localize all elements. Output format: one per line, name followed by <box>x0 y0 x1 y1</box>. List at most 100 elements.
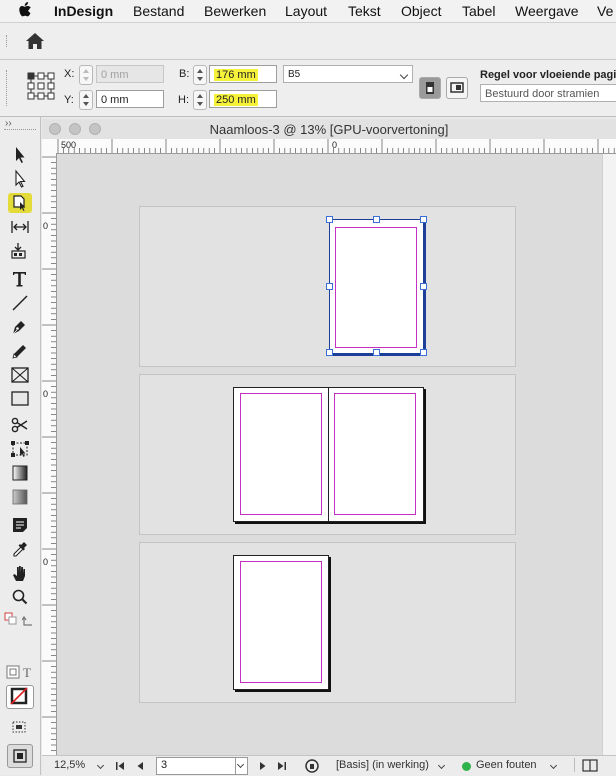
liquid-rule-select[interactable]: Bestuurd door stramien <box>480 84 616 102</box>
page-1[interactable] <box>329 219 424 354</box>
panel-grip[interactable] <box>6 35 9 47</box>
menu-bestand[interactable]: Bestand <box>133 3 184 19</box>
gradient-swatch-tool[interactable] <box>8 463 32 483</box>
chevron-down-icon[interactable] <box>549 761 558 770</box>
line-tool[interactable] <box>8 293 32 313</box>
preflight-status[interactable]: Geen fouten <box>476 759 537 771</box>
height-stepper[interactable] <box>193 90 207 110</box>
menu-tabel[interactable]: Tabel <box>462 3 495 19</box>
selection-handle[interactable] <box>326 349 333 356</box>
pencil-tool[interactable] <box>8 341 32 361</box>
home-bar <box>0 23 616 60</box>
panel-grip[interactable] <box>6 70 9 106</box>
reference-point-icon[interactable] <box>27 72 55 100</box>
rectangle-tool[interactable] <box>8 389 32 409</box>
gradient-feather-icon <box>12 489 28 505</box>
page-tool[interactable] <box>8 193 32 213</box>
selection-handle[interactable] <box>373 216 380 223</box>
scissors-tool[interactable] <box>8 415 32 435</box>
page-nav-back-icons[interactable] <box>114 760 154 772</box>
page-number-field[interactable]: 3 <box>156 757 248 775</box>
menu-venster[interactable]: Ve <box>597 3 613 19</box>
horizontal-ruler[interactable]: 500 0 <box>56 139 616 154</box>
portrait-orientation-button[interactable] <box>419 77 441 99</box>
menu-weergave[interactable]: Weergave <box>515 3 579 19</box>
selection-handle[interactable] <box>420 283 427 290</box>
chevron-down-icon[interactable] <box>236 760 245 769</box>
divider <box>574 758 575 772</box>
rectangle-frame-tool[interactable] <box>8 365 32 385</box>
chevron-down-icon[interactable] <box>437 761 446 770</box>
gap-tool-icon <box>11 221 29 233</box>
content-collector-tool[interactable] <box>8 241 32 261</box>
page-2[interactable] <box>233 387 329 522</box>
zoom-level[interactable]: 12,5% <box>54 759 85 771</box>
page-3[interactable] <box>328 387 424 522</box>
master-page-status[interactable]: [Basis] (in werking) <box>336 759 429 771</box>
margin-guides <box>335 227 417 348</box>
gap-tool[interactable] <box>8 217 32 237</box>
screen-mode-icon <box>13 749 27 763</box>
pen-tool[interactable] <box>8 317 32 337</box>
pasteboard[interactable] <box>57 154 602 759</box>
height-label: H: <box>178 94 189 106</box>
document-title-bar[interactable]: Naamloos-3 @ 13% [GPU-voorvertoning] <box>42 119 616 140</box>
apple-icon[interactable] <box>18 1 34 19</box>
free-transform-tool[interactable] <box>8 439 32 459</box>
menu-bewerken[interactable]: Bewerken <box>204 3 266 19</box>
hand-tool[interactable] <box>8 563 32 583</box>
eyedropper-tool[interactable] <box>8 539 32 559</box>
landscape-orientation-button[interactable] <box>446 77 468 99</box>
y-field[interactable]: 0 mm <box>96 90 164 108</box>
page-nav-forward-icons[interactable] <box>256 760 290 772</box>
line-tool-icon <box>12 295 28 311</box>
default-colors-icon[interactable] <box>4 612 18 626</box>
fill-box-icon[interactable] <box>6 665 20 679</box>
menu-layout[interactable]: Layout <box>285 3 327 19</box>
preflight-ok-icon <box>462 762 471 771</box>
chevron-down-icon[interactable] <box>96 761 105 770</box>
width-stepper[interactable] <box>193 65 207 85</box>
document-window: Naamloos-3 @ 13% [GPU-voorvertoning] 500… <box>42 119 616 776</box>
page-size-select[interactable]: B5 <box>283 65 413 83</box>
margin-guides <box>334 393 416 515</box>
selection-tool[interactable] <box>8 145 32 165</box>
split-layout-icon[interactable] <box>582 759 598 772</box>
formatting-text-icon[interactable]: T <box>23 665 31 681</box>
type-tool[interactable] <box>8 269 32 289</box>
y-label: Y: <box>64 94 74 106</box>
view-mode-icon[interactable] <box>10 719 28 735</box>
selection-handle[interactable] <box>420 216 427 223</box>
content-collector-icon <box>11 243 26 259</box>
menu-app-name[interactable]: InDesign <box>54 3 113 19</box>
page-4[interactable] <box>233 555 329 690</box>
height-field[interactable]: 250 mm <box>209 90 277 108</box>
selection-handle[interactable] <box>326 283 333 290</box>
swap-colors-icon[interactable] <box>21 614 36 628</box>
gradient-feather-tool[interactable] <box>8 487 32 507</box>
screen-mode-button[interactable] <box>7 744 33 768</box>
menu-object[interactable]: Object <box>401 3 441 19</box>
home-icon[interactable] <box>25 32 45 50</box>
y-stepper[interactable] <box>79 90 93 110</box>
vertical-ruler[interactable]: 0 0 0 <box>42 153 57 761</box>
selection-handle[interactable] <box>326 216 333 223</box>
stroke-swatch[interactable] <box>6 685 34 709</box>
collapse-panel-icon[interactable]: ›› <box>5 118 12 129</box>
vertical-scrollbar[interactable] <box>602 154 616 759</box>
direct-selection-tool[interactable] <box>8 169 32 189</box>
free-transform-icon <box>11 441 29 457</box>
liquid-rule-value: Bestuurd door stramien <box>485 88 600 100</box>
panel-grip[interactable] <box>4 129 36 131</box>
zoom-tool[interactable] <box>8 587 32 607</box>
rectangle-frame-icon <box>11 367 29 383</box>
note-tool[interactable] <box>8 515 32 535</box>
master-page-icon[interactable] <box>304 758 320 774</box>
ruler-origin[interactable] <box>42 139 57 154</box>
zoom-icon <box>12 589 28 605</box>
selection-handle[interactable] <box>420 349 427 356</box>
selection-handle[interactable] <box>373 349 380 356</box>
direct-selection-icon <box>15 169 26 188</box>
width-field[interactable]: 176 mm <box>209 65 277 83</box>
menu-tekst[interactable]: Tekst <box>348 3 381 19</box>
